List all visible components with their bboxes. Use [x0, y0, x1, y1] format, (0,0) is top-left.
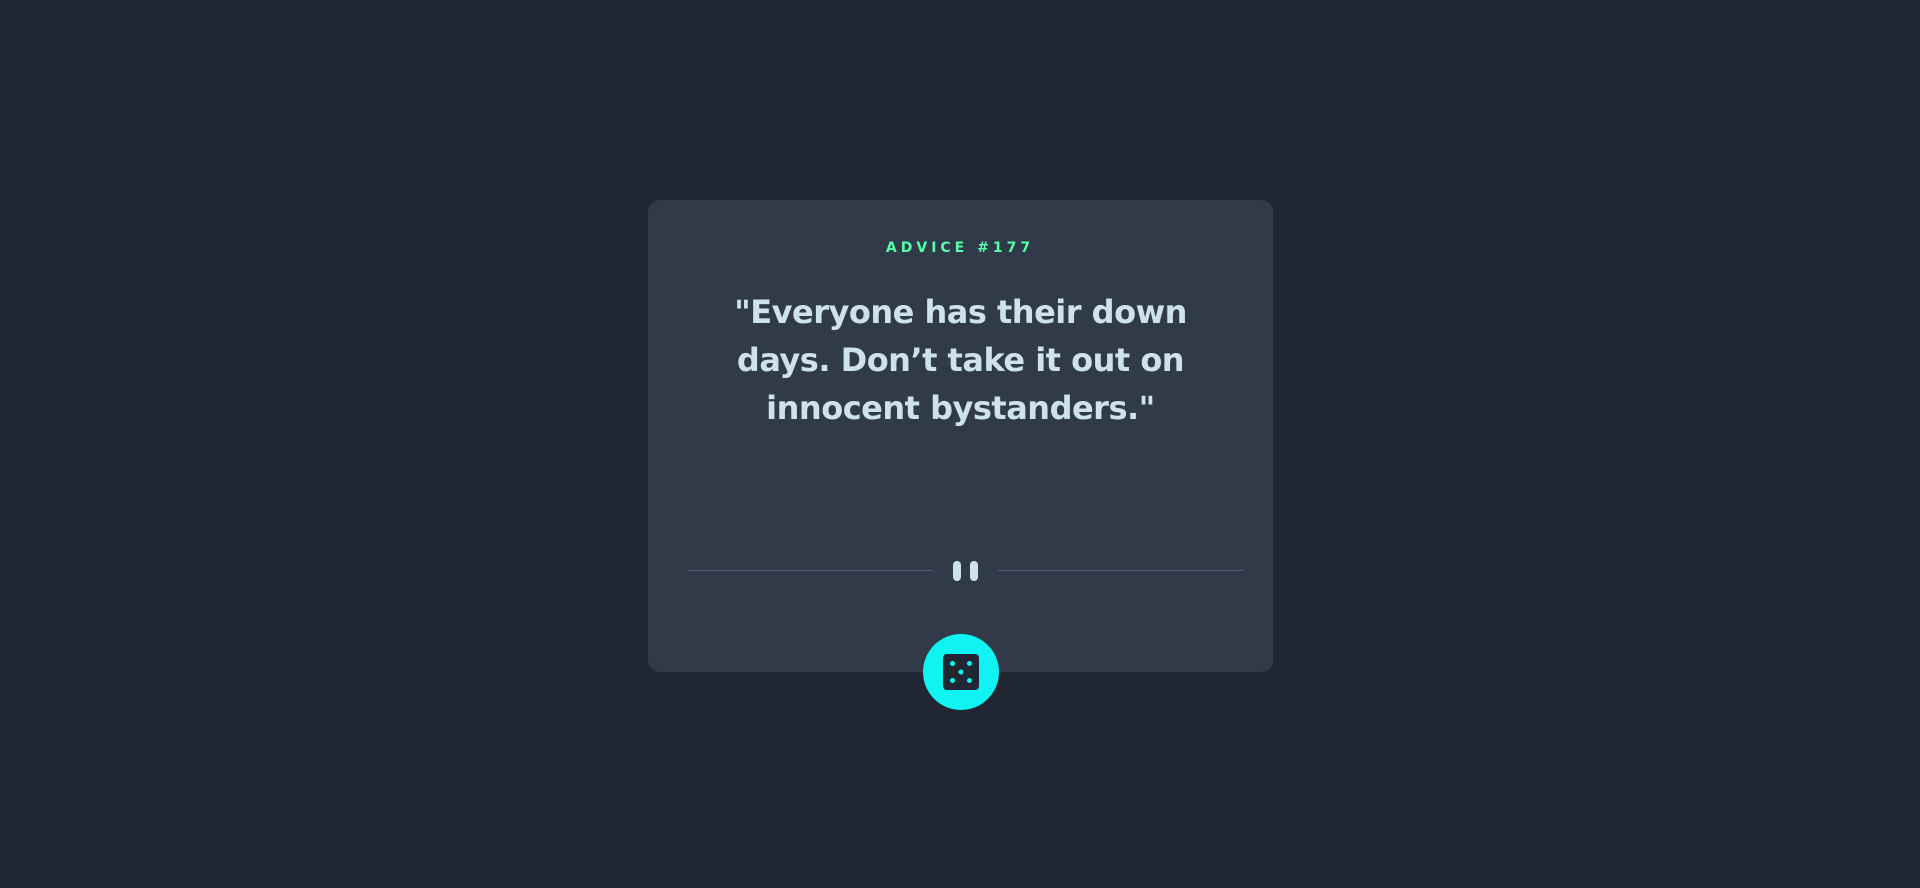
new-advice-button[interactable] [923, 634, 999, 710]
dice-icon [943, 654, 979, 690]
pause-icon [953, 560, 981, 582]
pause-bar-left [953, 561, 961, 581]
advice-quote: "Everyone has their down days. Don’t tak… [734, 293, 1187, 427]
pause-bar-right [970, 561, 978, 581]
divider-line-right [998, 570, 1243, 571]
page: ADVICE #177 "Everyone has their down day… [0, 0, 1920, 888]
advice-card [648, 200, 1273, 672]
divider [688, 560, 1243, 582]
advice-label: ADVICE #177 [885, 240, 1035, 256]
divider-line-left [688, 570, 933, 571]
